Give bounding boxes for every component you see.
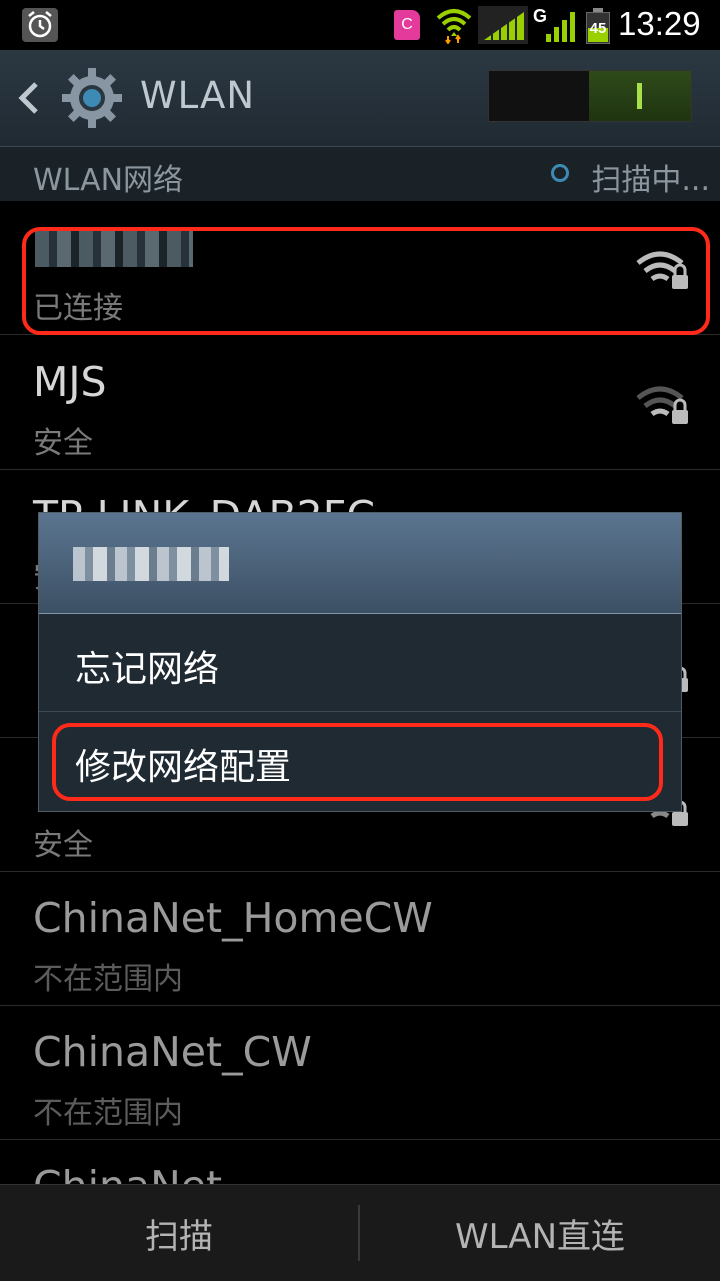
carrier-badge-icon: C: [394, 10, 420, 40]
scan-button[interactable]: 扫描: [0, 1185, 358, 1281]
clock: 13:29: [618, 5, 701, 42]
wifi-lock-icon: [636, 384, 690, 430]
settings-gear-icon[interactable]: [60, 66, 124, 134]
forget-network-option[interactable]: 忘记网络: [39, 614, 681, 712]
wlan-toggle-switch[interactable]: [488, 70, 692, 122]
modify-option-highlight: [52, 723, 663, 801]
back-chevron-icon[interactable]: [14, 80, 42, 120]
wifi-status-icon: [436, 6, 472, 48]
network-item[interactable]: MJS 安全: [0, 336, 720, 470]
section-header: WLAN网络 扫描中...: [0, 147, 720, 201]
battery-icon: 45: [586, 8, 610, 44]
network-name: ChinaNet_HomeCW: [33, 894, 433, 942]
wlan-direct-button[interactable]: WLAN直连: [360, 1185, 720, 1281]
network-status: 不在范围内: [33, 1096, 183, 1131]
network-name: ChinaNet_CW: [33, 1028, 312, 1076]
network-status: 安全: [33, 426, 93, 461]
battery-level: 45: [589, 20, 607, 37]
network-status: 不在范围内: [33, 962, 183, 997]
signal-strength-sim2-icon: [544, 8, 578, 48]
section-title: WLAN网络: [33, 163, 184, 198]
page-title: WLAN: [140, 74, 256, 117]
action-bar: WLAN: [0, 50, 720, 147]
connected-network-highlight: [22, 227, 710, 335]
toggle-knob: [589, 71, 691, 121]
network-item[interactable]: ChinaNet_HomeCW 不在范围内: [0, 872, 720, 1006]
status-bar: C G 45 13:29: [0, 0, 720, 50]
network-status: 安全: [33, 828, 93, 863]
network-item[interactable]: ChinaNet_CW 不在范围内: [0, 1006, 720, 1140]
bottom-bar: 扫描 WLAN直连: [0, 1184, 720, 1281]
signal-strength-sim1-icon: [478, 6, 528, 44]
scan-status: 扫描中...: [591, 163, 710, 198]
dialog-title-redacted: [73, 547, 229, 581]
alarm-icon: [22, 8, 58, 42]
forget-network-label: 忘记网络: [75, 649, 220, 690]
dialog-header: [39, 513, 681, 614]
network-name: MJS: [33, 358, 107, 406]
scanning-spinner-icon: [551, 164, 569, 182]
toggle-on-mark: [637, 83, 642, 109]
